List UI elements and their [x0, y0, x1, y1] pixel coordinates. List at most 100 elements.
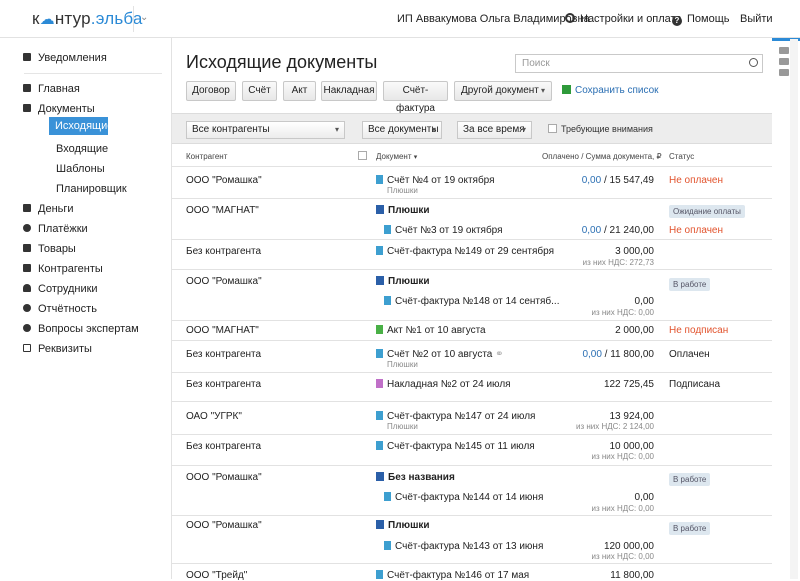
- row-document[interactable]: Счёт-фактура №146 от 17 мая: [376, 570, 529, 581]
- sidebar-item-documents[interactable]: Документы: [23, 103, 95, 115]
- contract-button[interactable]: Договор: [186, 81, 236, 101]
- help-icon: ?: [672, 16, 682, 26]
- row-contractor[interactable]: ООО "Ромашка": [186, 276, 262, 287]
- sidebar-item-experts[interactable]: Вопросы экспертам: [23, 323, 139, 335]
- row-contractor[interactable]: ООО "МАГНАТ": [186, 205, 259, 216]
- row-document[interactable]: Счёт №4 от 19 октября: [376, 175, 495, 186]
- period-filter[interactable]: За все время ▾: [457, 121, 532, 139]
- doc-group: Плюшки: [387, 422, 418, 431]
- sidebar-item-outgoing[interactable]: Исходящие: [49, 117, 113, 135]
- row-contractor[interactable]: ОАО "УГРК": [186, 411, 242, 422]
- row-document[interactable]: Накладная №2 от 24 июля: [376, 379, 511, 390]
- sidebar-item-goods[interactable]: Товары: [23, 243, 76, 255]
- row-contractor[interactable]: ООО "Ромашка": [186, 175, 262, 186]
- waybill-button[interactable]: Накладная: [321, 81, 377, 101]
- copy-icon[interactable]: [779, 58, 789, 65]
- row-amount: 0,00 / 21 240,00: [581, 225, 654, 236]
- sidebar-item-planner[interactable]: Планировщик: [56, 183, 127, 195]
- status-badge: В работе: [669, 522, 711, 535]
- divider: [172, 269, 772, 270]
- divider: [172, 434, 772, 435]
- doc-group: Плюшки: [387, 360, 418, 369]
- settings-link[interactable]: Настройки и оплата: [565, 13, 682, 25]
- contractors-filter[interactable]: Все контрагенты ▾: [186, 121, 345, 139]
- header-contractor[interactable]: Контрагент: [186, 152, 227, 161]
- sidebar-item-incoming[interactable]: Входящие: [56, 143, 108, 155]
- act-button[interactable]: Акт: [283, 81, 316, 101]
- row-document[interactable]: Акт №1 от 10 августа: [376, 325, 486, 336]
- edit-icon[interactable]: [779, 47, 789, 54]
- link-icon: ⚭: [495, 349, 504, 360]
- sidebar-item-home[interactable]: Главная: [23, 83, 80, 95]
- header-amount[interactable]: Оплачено / Сумма документа, ₽: [542, 152, 662, 161]
- gear-icon: [565, 13, 575, 23]
- row-document[interactable]: Счёт-фактура №149 от 29 сентября: [376, 246, 554, 257]
- cart-icon: [23, 244, 31, 252]
- doc-group-title[interactable]: Плюшки: [376, 205, 430, 216]
- invoice-doc-icon: [384, 541, 391, 550]
- sidebar-item-contractors[interactable]: Контрагенты: [23, 263, 103, 275]
- row-amount: 120 000,00: [603, 541, 654, 552]
- doc-group-title[interactable]: Плюшки: [376, 520, 430, 531]
- main-content: Исходящие документы Поиск Договор Счёт А…: [172, 38, 772, 581]
- row-document[interactable]: Счёт-фактура №144 от 14 июня: [384, 492, 543, 503]
- row-amount: 10 000,00: [609, 441, 655, 452]
- row-amount: 0,00: [634, 296, 654, 307]
- invoice-button[interactable]: Счёт: [242, 81, 277, 101]
- requisites-icon: [23, 344, 31, 352]
- row-document[interactable]: Счёт-фактура №143 от 13 июня: [384, 541, 543, 552]
- documents-filter[interactable]: Все документы ▾: [362, 121, 442, 139]
- row-document[interactable]: Счёт №2 от 10 августа ⚭: [376, 349, 504, 360]
- select-all-checkbox[interactable]: [358, 151, 367, 162]
- other-document-button[interactable]: Другой документ ▾: [454, 81, 552, 101]
- sidebar-item-notifications[interactable]: Уведомления: [23, 52, 107, 64]
- logout-link[interactable]: Выйти: [740, 13, 773, 25]
- invoice-doc-icon: [376, 570, 383, 579]
- row-amount: 0,00 / 11 800,00: [582, 349, 654, 360]
- search-input[interactable]: Поиск: [515, 54, 763, 73]
- row-document[interactable]: Счёт №3 от 19 октября: [384, 225, 503, 236]
- invoice-doc-icon: [376, 441, 383, 450]
- checkbox[interactable]: [548, 124, 557, 133]
- print-icon[interactable]: [779, 69, 789, 76]
- act-doc-icon: [376, 325, 383, 334]
- search-icon[interactable]: [749, 58, 758, 67]
- row-contractor[interactable]: Без контрагента: [186, 246, 261, 257]
- chevron-down-icon[interactable]: ⌄: [140, 12, 148, 23]
- vat-text: из них НДС: 272,73: [582, 258, 654, 267]
- logo[interactable]: к☁нтур.эльба: [32, 9, 143, 29]
- row-contractor[interactable]: ООО "Трейд": [186, 570, 247, 581]
- vat-text: из них НДС: 0,00: [591, 552, 654, 561]
- row-document[interactable]: Счёт-фактура №147 от 24 июля: [376, 411, 535, 422]
- status-text: Подписана: [669, 379, 721, 390]
- sidebar-item-money[interactable]: Деньги: [23, 203, 74, 215]
- attention-checkbox[interactable]: Требующие внимания: [548, 124, 653, 134]
- sidebar-item-requisites[interactable]: Реквизиты: [23, 343, 92, 355]
- sidebar-item-reports[interactable]: Отчётность: [23, 303, 97, 315]
- header-document[interactable]: Документ ▾: [376, 152, 417, 161]
- status-text: Не подписан: [669, 325, 729, 336]
- row-contractor[interactable]: ООО "Ромашка": [186, 472, 262, 483]
- user-name-link[interactable]: ИП Аввакумова Ольга Владимировна: [397, 13, 590, 25]
- sidebar-item-templates[interactable]: Шаблоны: [56, 163, 105, 175]
- row-contractor[interactable]: Без контрагента: [186, 379, 261, 390]
- row-document[interactable]: Счёт-фактура №145 от 11 июля: [376, 441, 535, 452]
- row-contractor[interactable]: Без контрагента: [186, 349, 261, 360]
- sidebar-item-employees[interactable]: Сотрудники: [23, 283, 98, 295]
- bell-icon: [23, 53, 31, 61]
- header-status[interactable]: Статус: [669, 152, 694, 161]
- help-link[interactable]: ? Помощь: [672, 13, 730, 26]
- invoice-factura-button[interactable]: Счёт-фактура: [383, 81, 448, 114]
- row-contractor[interactable]: Без контрагента: [186, 441, 261, 452]
- row-contractor[interactable]: ООО "МАГНАТ": [186, 325, 259, 336]
- doc-group-title[interactable]: Без названия: [376, 472, 455, 483]
- scrollbar[interactable]: [790, 39, 798, 579]
- money-icon: [23, 204, 31, 212]
- doc-group-title[interactable]: Плюшки: [376, 276, 430, 287]
- sidebar-item-payments[interactable]: Платёжки: [23, 223, 88, 235]
- folder-icon: [376, 520, 384, 529]
- row-document[interactable]: Счёт-фактура №148 от 14 сентяб...: [384, 296, 559, 307]
- status-text: Не оплачен: [669, 225, 724, 236]
- save-list-link[interactable]: Сохранить список: [562, 85, 659, 96]
- row-contractor[interactable]: ООО "Ромашка": [186, 520, 262, 531]
